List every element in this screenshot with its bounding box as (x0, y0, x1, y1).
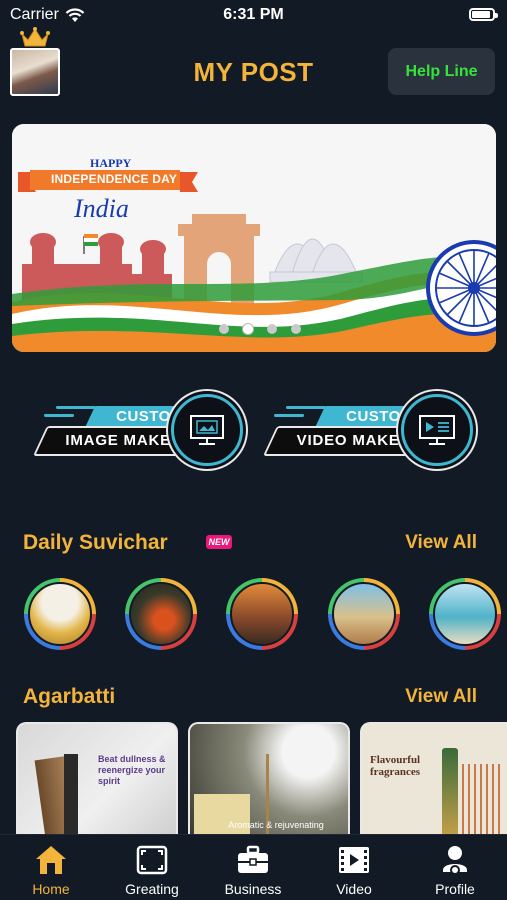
nav-profile[interactable]: Profile (415, 843, 495, 897)
carousel-dot-active[interactable] (243, 324, 253, 334)
banner-carousel[interactable]: HAPPY INDEPENDENCE DAY India (12, 124, 496, 352)
home-icon (34, 843, 68, 877)
clock: 6:31 PM (223, 6, 284, 23)
nav-business-label: Business (224, 881, 282, 897)
carousel-dot[interactable] (219, 324, 229, 334)
suvichar-item[interactable] (328, 578, 400, 650)
banner-artwork (12, 124, 496, 352)
bottom-nav: Home Greating Business Video Profile (0, 834, 507, 900)
help-line-button[interactable]: Help Line (388, 48, 495, 95)
section-title-agarbatti: Agarbatti (23, 685, 116, 708)
custom-video-maker-button[interactable]: CUSTOM VIDEO MAKER (263, 392, 478, 472)
nav-home[interactable]: Home (11, 843, 91, 897)
speed-line (56, 406, 96, 409)
battery-icon (469, 8, 498, 21)
custom-image-maker-button[interactable]: CUSTOM IMAGE MAKER (33, 392, 248, 472)
status-bar: Carrier 6:31 PM (0, 0, 507, 32)
suvichar-item[interactable] (429, 578, 501, 650)
frame-icon (135, 843, 169, 877)
view-all-agarbatti-link[interactable]: View All (405, 686, 477, 708)
suvichar-item[interactable] (24, 578, 96, 650)
agarbatti-card-text: Flavourful fragrances (370, 754, 421, 779)
briefcase-icon (236, 843, 270, 877)
crown-icon (20, 27, 50, 47)
incense-tube-art (442, 748, 458, 834)
film-icon (337, 843, 371, 877)
suvichar-item[interactable] (125, 578, 197, 650)
nav-greating-label: Greating (125, 881, 179, 897)
banner-happy-text: HAPPY (90, 156, 132, 170)
view-all-suvichar-link[interactable]: View All (405, 532, 477, 554)
speed-line (274, 414, 304, 417)
banner-india-text: India (74, 194, 129, 223)
profile-icon (438, 843, 472, 877)
nav-greating[interactable]: Greating (112, 843, 192, 897)
image-editor-icon (171, 394, 243, 466)
carousel-dot[interactable] (291, 324, 301, 334)
agarbatti-card-text: Beat dullness & reenergize your spirit (98, 754, 166, 786)
speed-line (286, 406, 326, 409)
carousel-dot[interactable] (267, 324, 277, 334)
agarbatti-card[interactable]: Beat dullness & reenergize your spirit (16, 722, 178, 834)
section-title-suvichar: Daily Suvichar (23, 531, 168, 554)
banner-title-text: INDEPENDENCE DAY (50, 172, 178, 186)
agarbatti-card-text: Aromatic & rejuvenating (228, 820, 324, 830)
nav-video-label: Video (336, 881, 372, 897)
video-editor-icon (401, 394, 473, 466)
suvichar-list (0, 578, 507, 658)
speed-line (44, 414, 74, 417)
incense-sticks-art (462, 764, 502, 834)
nav-video[interactable]: Video (314, 843, 394, 897)
agarbatti-card[interactable]: Flavourful fragrances (360, 722, 507, 834)
agarbatti-card[interactable]: Aromatic & rejuvenating (188, 722, 350, 834)
nav-profile-label: Profile (435, 881, 475, 897)
incense-sticks-art (64, 754, 78, 834)
new-badge: NEW (206, 535, 232, 549)
nav-home-label: Home (32, 881, 70, 897)
suvichar-item[interactable] (226, 578, 298, 650)
nav-business[interactable]: Business (213, 843, 293, 897)
carousel-indicator (12, 324, 496, 334)
